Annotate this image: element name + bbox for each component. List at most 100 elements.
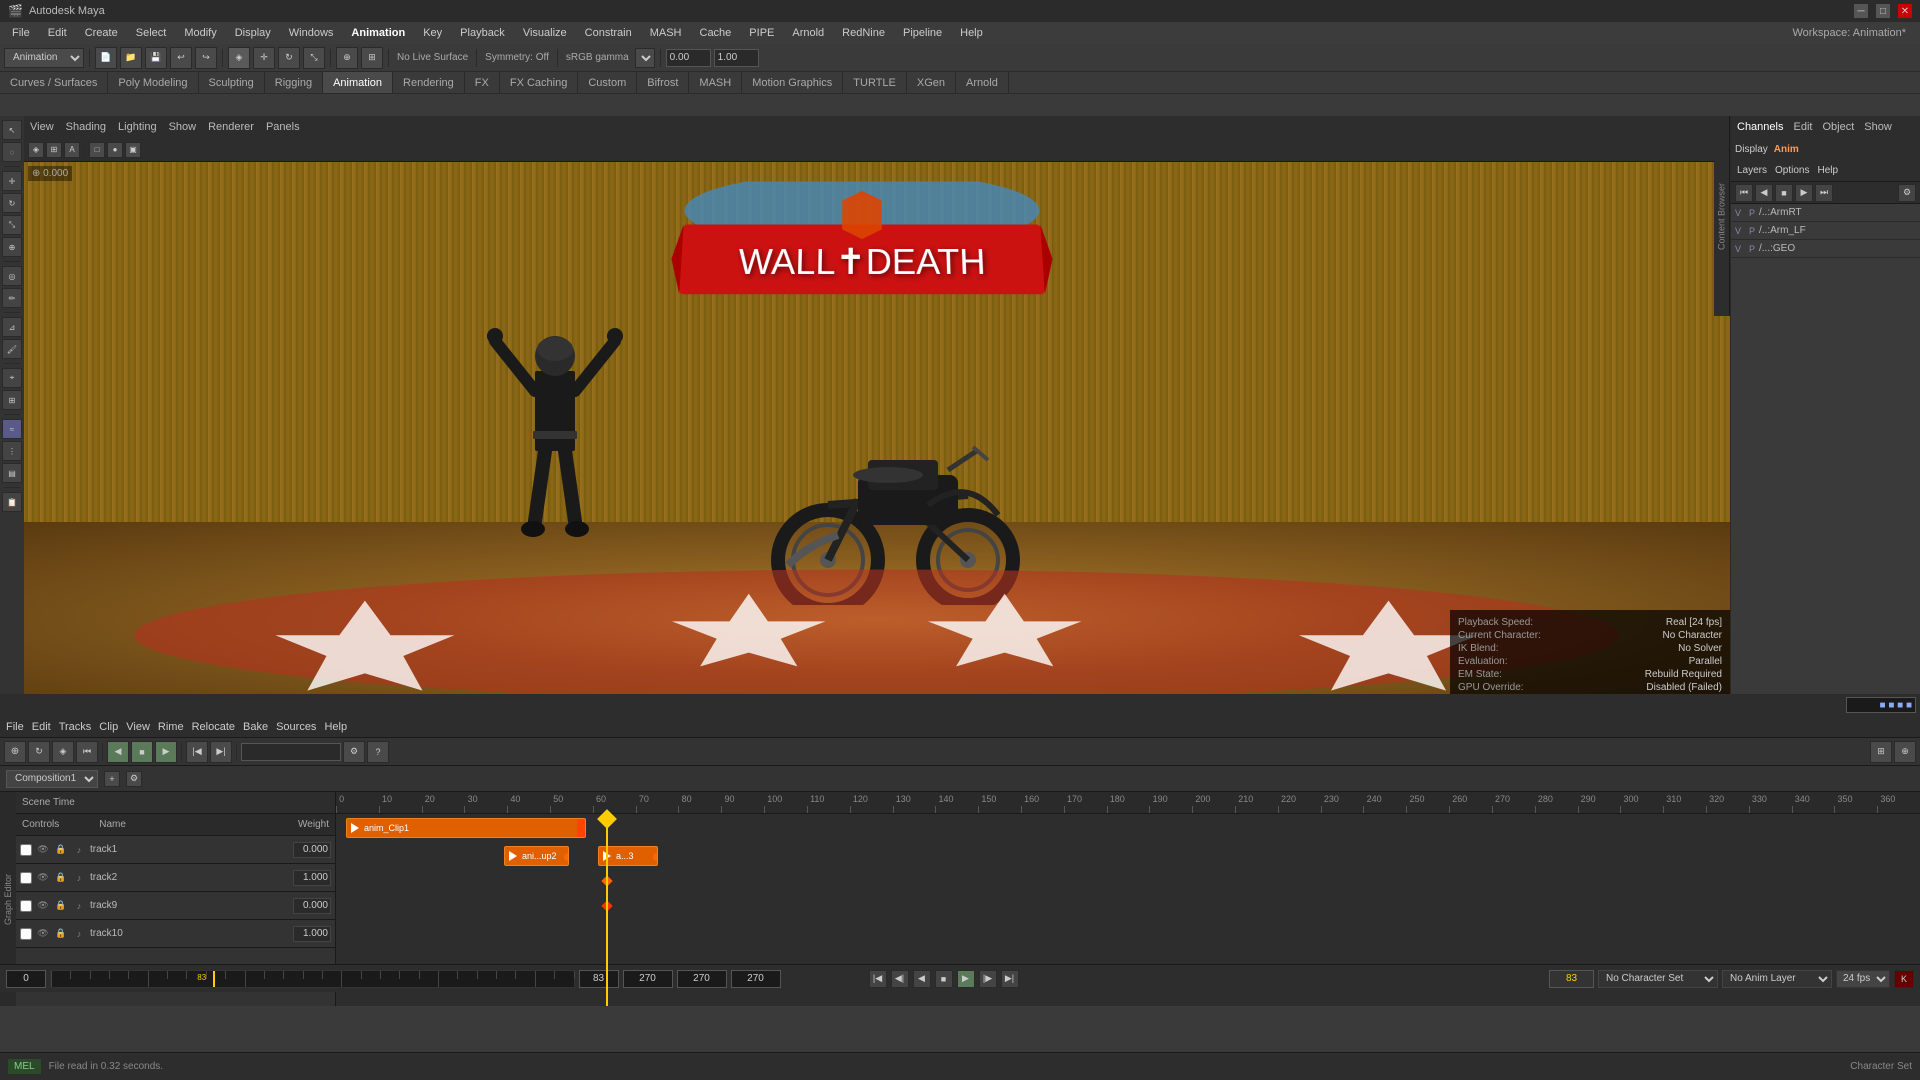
vp-toggle-grid[interactable]: ⊞ (46, 142, 62, 158)
anim-prev-frame[interactable]: ⏮ (1735, 184, 1753, 202)
move-tool[interactable]: ✛ (2, 171, 22, 191)
track2-weight[interactable] (293, 870, 331, 886)
attr-editor-btn[interactable]: 📋 (2, 492, 22, 512)
menu-visualize[interactable]: Visualize (515, 25, 575, 41)
track1-eye-icon[interactable]: 👁 (36, 843, 50, 857)
menu-cache[interactable]: Cache (692, 25, 740, 41)
viewport-menu-renderer[interactable]: Renderer (208, 121, 254, 133)
shelf-scale[interactable]: ⤡ (303, 47, 325, 69)
trax-menu-file[interactable]: File (6, 721, 24, 733)
track10-checkbox[interactable] (20, 928, 32, 940)
menu-constrain[interactable]: Constrain (577, 25, 640, 41)
character-set-dropdown[interactable]: No Character Set (1598, 970, 1718, 988)
tab-fx-caching[interactable]: FX Caching (500, 72, 578, 93)
menu-pipeline[interactable]: Pipeline (895, 25, 950, 41)
track9-eye-icon[interactable]: 👁 (36, 899, 50, 913)
tab-rendering[interactable]: Rendering (393, 72, 465, 93)
shelf-move[interactable]: ✛ (253, 47, 275, 69)
shelf-save[interactable]: 💾 (145, 47, 167, 69)
shelf-open[interactable]: 📁 (120, 47, 142, 69)
paint-select[interactable]: ✏ (2, 288, 22, 308)
lasso-tool[interactable]: ◌ (2, 142, 22, 162)
viewport-menu-shading[interactable]: Shading (66, 121, 106, 133)
dope-sheet-btn[interactable]: ⋮ (2, 441, 22, 461)
tab-xgen[interactable]: XGen (907, 72, 956, 93)
vp-texture[interactable]: ▣ (125, 142, 141, 158)
paint-tool[interactable]: 🖌 (2, 339, 22, 359)
vp-toggle-aa[interactable]: A (64, 142, 80, 158)
track2-checkbox[interactable] (20, 872, 32, 884)
graph-editor-btn[interactable]: ≈ (2, 419, 22, 439)
display-tab[interactable]: Display (1735, 144, 1768, 155)
track2-mute-icon[interactable]: ♪ (72, 871, 86, 885)
viewport-menu-lighting[interactable]: Lighting (118, 121, 157, 133)
trax-menu-bake[interactable]: Bake (243, 721, 268, 733)
tab-rigging[interactable]: Rigging (265, 72, 323, 93)
tab-animation[interactable]: Animation (323, 72, 393, 93)
track9-weight[interactable] (293, 898, 331, 914)
sculpt-tool[interactable]: ⊿ (2, 317, 22, 337)
track2-lock-icon[interactable]: 🔒 (54, 871, 68, 885)
tab-sculpting[interactable]: Sculpting (199, 72, 265, 93)
track9-checkbox[interactable] (20, 900, 32, 912)
options-tab[interactable]: Options (1775, 165, 1809, 176)
ch-v-2[interactable]: V (1735, 226, 1749, 236)
channels-tab[interactable]: Channels (1737, 121, 1783, 133)
ch-p-2[interactable]: P (1749, 226, 1759, 236)
anim-options[interactable]: ⚙ (1898, 184, 1916, 202)
soft-select[interactable]: ◎ (2, 266, 22, 286)
trax-grid-toggle[interactable]: ⊞ (1870, 741, 1892, 763)
shelf-undo[interactable]: ↩ (170, 47, 192, 69)
clip-anim2[interactable]: ani...up2 (504, 846, 569, 866)
anim-stop[interactable]: ■ (1775, 184, 1793, 202)
anim-play-back[interactable]: ◀ (1755, 184, 1773, 202)
start-frame-input[interactable] (6, 970, 46, 988)
val1-input[interactable]: 0.00 (666, 49, 711, 67)
trax-prev-frame[interactable]: |◀ (186, 741, 208, 763)
shelf-select-mode[interactable]: ◈ (228, 47, 250, 69)
trax-refresh[interactable]: ↻ (28, 741, 50, 763)
composition-dropdown[interactable]: Composition1 (6, 770, 98, 788)
trax-comp-add[interactable]: + (104, 771, 120, 787)
rotate-tool[interactable]: ↻ (2, 193, 22, 213)
track1-checkbox[interactable] (20, 844, 32, 856)
maximize-button[interactable]: □ (1876, 4, 1890, 18)
shelf-new[interactable]: 📄 (95, 47, 117, 69)
select-tool[interactable]: ↖ (2, 120, 22, 140)
fps-dropdown[interactable]: 24 fps 30 fps (1836, 970, 1890, 988)
trax-editor-btn[interactable]: ▤ (2, 463, 22, 483)
edit-tab[interactable]: Edit (1793, 121, 1812, 133)
viewport-menu-view[interactable]: View (30, 121, 54, 133)
anim-layer-dropdown[interactable]: No Anim Layer (1722, 970, 1832, 988)
go-to-start[interactable]: |◀ (869, 970, 887, 988)
track1-mute-icon[interactable]: ♪ (72, 843, 86, 857)
menu-windows[interactable]: Windows (281, 25, 342, 41)
menu-pipe[interactable]: PIPE (741, 25, 782, 41)
tab-mash[interactable]: MASH (689, 72, 742, 93)
menu-help[interactable]: Help (952, 25, 991, 41)
show-tab[interactable]: Show (1864, 121, 1892, 133)
frame-scrubber[interactable]: 83 (50, 970, 575, 988)
ch-p-3[interactable]: P (1749, 244, 1759, 254)
tab-arnold[interactable]: Arnold (956, 72, 1009, 93)
tab-curves-surfaces[interactable]: Curves / Surfaces (0, 72, 108, 93)
menu-arnold[interactable]: Arnold (784, 25, 832, 41)
track2-eye-icon[interactable]: 👁 (36, 871, 50, 885)
trax-menu-help[interactable]: Help (324, 721, 347, 733)
viewport-menu-show[interactable]: Show (169, 121, 197, 133)
range-end-input[interactable] (677, 970, 727, 988)
track10-eye-icon[interactable]: 👁 (36, 927, 50, 941)
menu-edit[interactable]: Edit (40, 25, 75, 41)
menu-mash[interactable]: MASH (642, 25, 690, 41)
trax-menu-edit[interactable]: Edit (32, 721, 51, 733)
track9-mute-icon[interactable]: ♪ (72, 899, 86, 913)
track9-lock-icon[interactable]: 🔒 (54, 899, 68, 913)
vp-smooth[interactable]: ● (107, 142, 123, 158)
anim-tab[interactable]: Anim (1774, 144, 1799, 155)
object-tab[interactable]: Object (1822, 121, 1854, 133)
trax-comp-options[interactable]: ⚙ (126, 771, 142, 787)
trax-key-prev[interactable]: ⏮ (76, 741, 98, 763)
universal-manip[interactable]: ⊕ (2, 237, 22, 257)
viewport-menu-panels[interactable]: Panels (266, 121, 300, 133)
track10-lock-icon[interactable]: 🔒 (54, 927, 68, 941)
